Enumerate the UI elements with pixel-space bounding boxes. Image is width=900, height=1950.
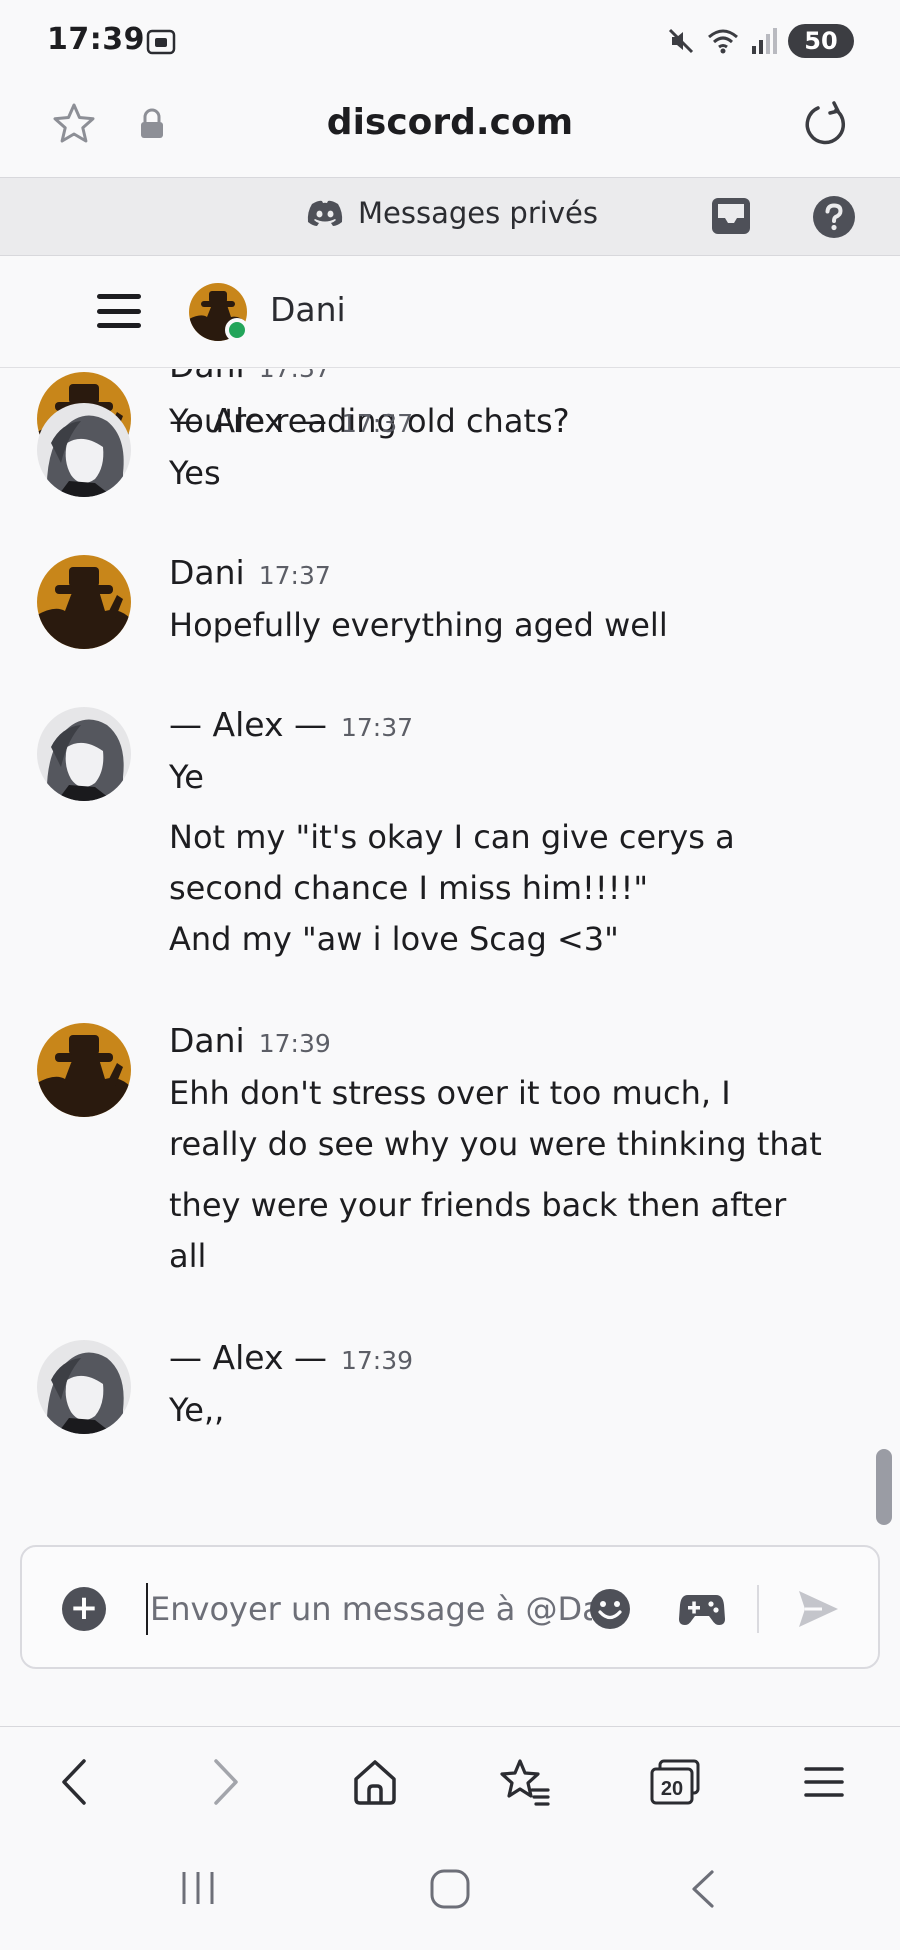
dm-title-wrap: Messages privés (306, 196, 598, 230)
message-text: Hopefully everything aged well (169, 606, 668, 644)
online-status-dot (225, 318, 249, 342)
message-author[interactable]: Dani17:37 (169, 553, 331, 592)
message-text: Not my "it's okay I can give cerys a (169, 818, 735, 856)
system-back-icon[interactable] (686, 1868, 720, 1910)
dm-title: Messages privés (358, 196, 598, 230)
scrollbar-thumb[interactable] (876, 1449, 892, 1525)
message-text: all (169, 1237, 207, 1275)
home-button-icon[interactable] (428, 1868, 472, 1910)
battery-indicator: 50 (788, 24, 854, 58)
message-text: And my "aw i love Scag <3" (169, 920, 619, 958)
avatar[interactable] (37, 1340, 131, 1434)
message-time: 17:39 (258, 1029, 331, 1058)
avatar[interactable] (37, 707, 131, 801)
menu-icon[interactable] (97, 294, 141, 328)
wifi-icon (708, 29, 738, 54)
activity-gamepad-icon[interactable] (678, 1587, 726, 1631)
message-author[interactable]: — Alex —17:39 (169, 1338, 413, 1377)
message-input[interactable] (146, 1583, 592, 1635)
inbox-icon[interactable] (710, 196, 752, 236)
message-text: they were your friends back then after (169, 1186, 787, 1224)
send-icon[interactable] (796, 1587, 840, 1631)
mute-icon (668, 28, 694, 54)
message-time: 17:37 (258, 561, 331, 590)
forward-icon[interactable] (204, 1757, 248, 1807)
status-bar: 17:39 50 (0, 0, 900, 84)
message-author[interactable]: Dani 17:39 (169, 1021, 331, 1060)
home-icon[interactable] (350, 1757, 400, 1807)
back-icon[interactable] (52, 1757, 96, 1807)
bookmarks-icon[interactable] (498, 1757, 552, 1807)
avatar[interactable] (37, 403, 131, 497)
message-text: Ehh don't stress over it too much, I (169, 1074, 731, 1112)
message-text: really do see why you were thinking that (169, 1125, 822, 1163)
url-text[interactable]: discord.com (0, 102, 900, 143)
system-navigation-bar (0, 1838, 900, 1950)
message-text: second chance I miss him!!!!" (169, 869, 649, 907)
reload-icon[interactable] (800, 100, 850, 150)
avatar[interactable] (37, 1023, 131, 1117)
discord-logo-icon (307, 200, 343, 226)
avatar[interactable] (37, 555, 131, 649)
message-author[interactable]: — Alex —17:37 (169, 705, 413, 744)
channel-header: Dani (0, 256, 900, 368)
recent-apps-icon[interactable] (178, 1868, 218, 1908)
message-time: 17:37 (340, 713, 414, 742)
browser-navigation-bar: 20 (0, 1726, 900, 1838)
add-attachment-button[interactable]: + (62, 1587, 106, 1631)
tabs-count: 20 (661, 1778, 683, 1800)
message-time: 17:39 (340, 1346, 414, 1375)
emoji-icon[interactable] (588, 1587, 632, 1631)
screenshot-icon (146, 29, 176, 55)
message-list[interactable]: Dani17:37 You're reading old chats? — Al… (0, 369, 900, 1541)
help-icon[interactable] (812, 195, 856, 239)
message-time: 17:37 (340, 409, 414, 438)
status-indicators: 50 (666, 24, 854, 58)
dm-header: Messages privés (0, 178, 900, 256)
message-text: Yes (169, 454, 221, 492)
message-author[interactable]: Dani17:37 (169, 369, 331, 385)
message-author[interactable]: — Alex —17:37 (169, 401, 413, 440)
message-text: Ye (169, 758, 204, 796)
message-composer: + (20, 1545, 880, 1669)
signal-icon (752, 28, 777, 54)
tabs-icon[interactable]: 20 (648, 1757, 702, 1807)
composer-divider (757, 1585, 759, 1633)
message-text: Ye,, (169, 1391, 225, 1429)
status-time: 17:39 (47, 22, 145, 57)
url-bar: discord.com (0, 84, 900, 178)
message-time: 17:37 (259, 369, 331, 383)
channel-name: Dani (270, 290, 346, 329)
browser-menu-icon[interactable] (802, 1757, 846, 1807)
